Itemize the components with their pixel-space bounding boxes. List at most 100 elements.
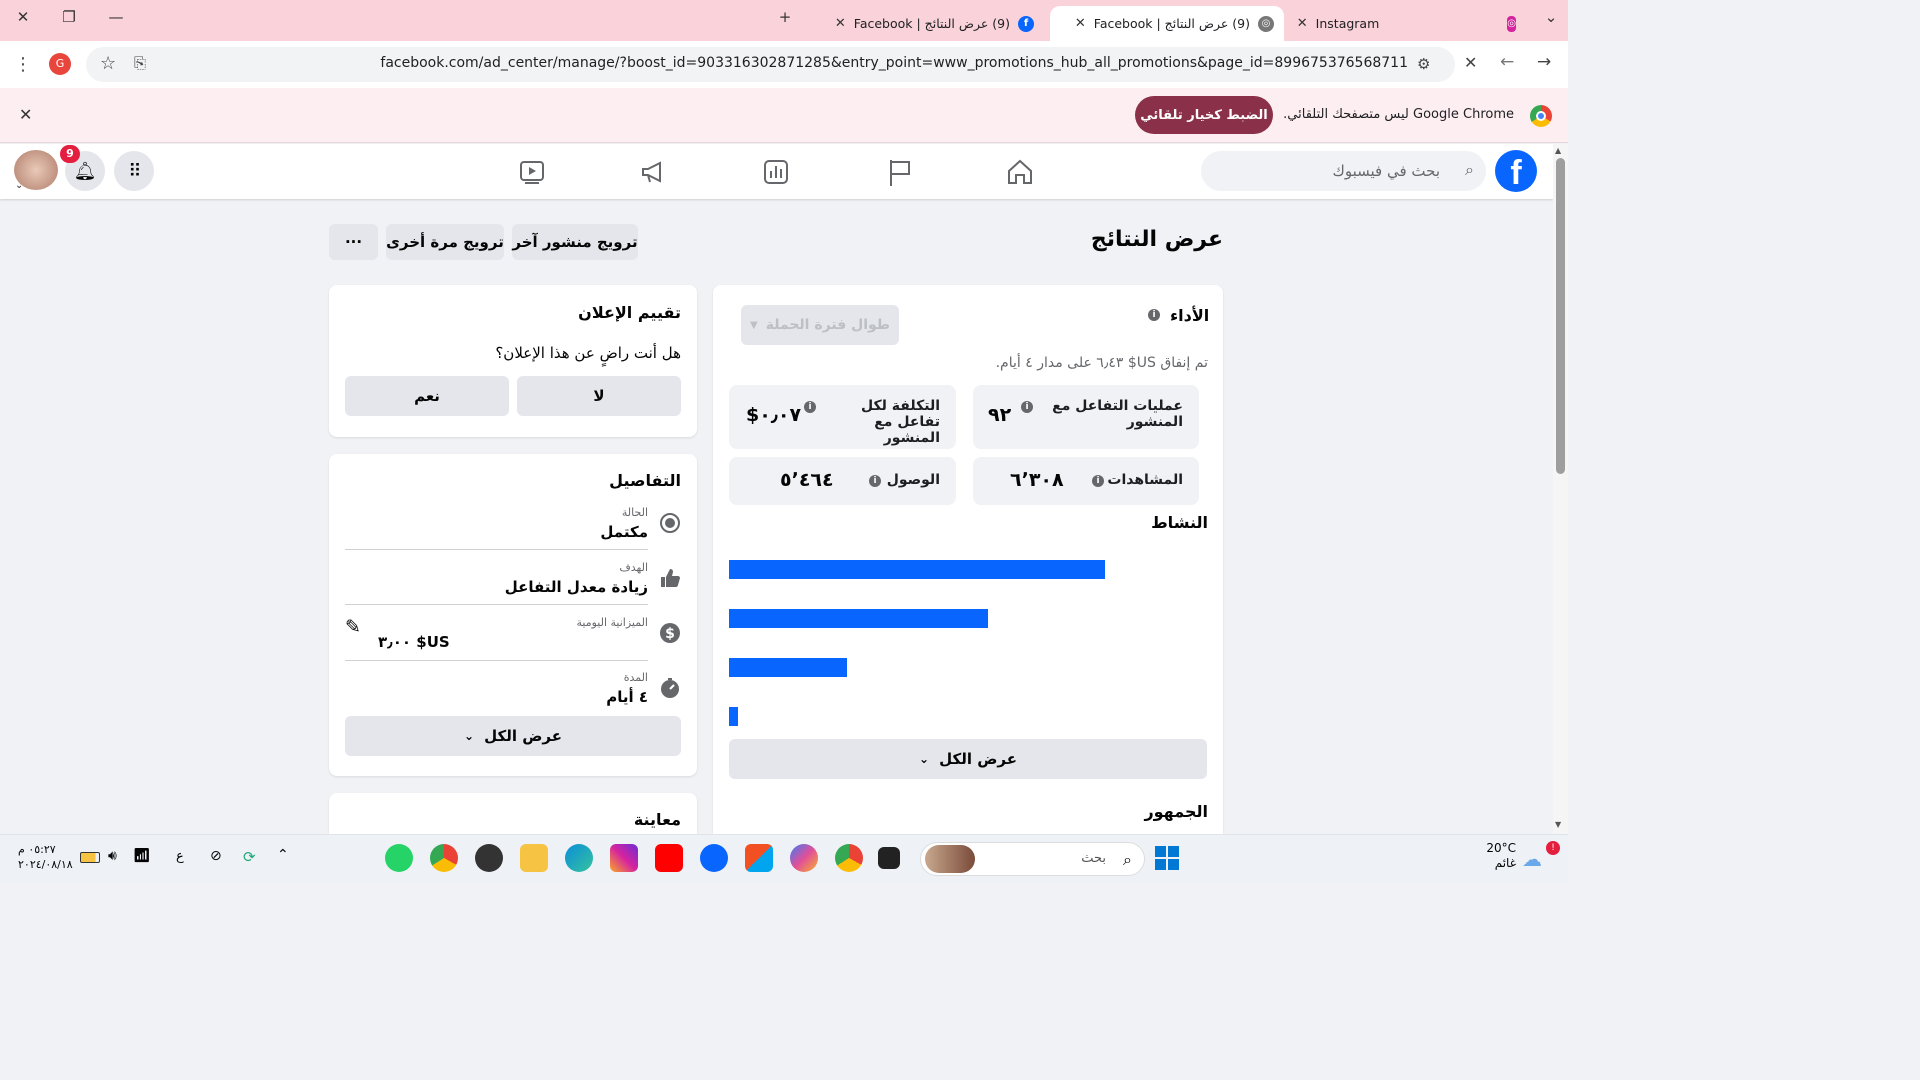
url-text[interactable]: facebook.com/ad_center/manage/?boost_id=… <box>380 55 1408 71</box>
account-chevron-icon[interactable]: ⌄ <box>15 180 23 191</box>
scroll-down-arrow-icon[interactable]: ▼ <box>1555 820 1561 829</box>
chrome-profile-icon[interactable] <box>430 844 458 872</box>
profile-avatar[interactable]: G <box>49 53 71 75</box>
promote-another-button[interactable]: ترويج منشور آخر <box>512 224 638 260</box>
volume-icon[interactable]: 🔊︎ <box>108 848 117 864</box>
chrome-logo-icon <box>1530 105 1552 127</box>
megaphone-icon[interactable] <box>638 156 670 188</box>
close-window-icon[interactable]: ✕ <box>8 8 38 26</box>
more-options-button[interactable]: ··· <box>329 224 378 260</box>
edge-icon[interactable] <box>565 844 593 872</box>
rating-yes-button[interactable]: نعم <box>345 376 509 416</box>
default-browser-infobar: ✕ الضبط كخيار تلقائي Google Chrome ليس م… <box>0 88 1568 143</box>
menu-button[interactable]: ⠿ <box>114 151 154 191</box>
battery-icon[interactable] <box>80 852 100 863</box>
set-default-button[interactable]: الضبط كخيار تلقائي <box>1135 96 1273 134</box>
facebook-icon[interactable] <box>700 844 728 872</box>
clock-date: ٢٠٢٤/٠٨/١٨ <box>18 858 73 871</box>
bell-icon: 🔔︎ <box>73 160 97 182</box>
scrollbar-thumb[interactable] <box>1556 158 1565 474</box>
bookmark-star-icon[interactable]: ☆ <box>100 53 116 74</box>
info-icon[interactable]: i <box>1021 401 1033 413</box>
terminal-icon[interactable] <box>878 847 900 869</box>
youtube-icon[interactable] <box>655 844 683 872</box>
chrome-icon[interactable] <box>835 844 863 872</box>
store-icon[interactable] <box>745 844 773 872</box>
stat-label: التكلفة لكل تفاعل مع المنشور <box>861 398 940 446</box>
install-app-icon[interactable]: ⎘ <box>134 54 146 72</box>
spend-summary: تم إنفاق US$ ٦٫٤٣ على مدار ٤ أيام. <box>995 355 1208 371</box>
start-windows-icon[interactable] <box>1155 846 1179 870</box>
tab-facebook-2[interactable]: f (9) عرض النتائج | Facebook ✕ <box>808 6 1044 41</box>
tab-facebook-active[interactable]: ◎ (9) عرض النتائج | Facebook ✕ <box>1050 6 1284 41</box>
tab-search-chevron-icon[interactable]: ⌄ <box>1536 8 1566 26</box>
stat-value: ٩٢ <box>988 404 1012 426</box>
chevron-down-icon: ⌄ <box>464 729 475 743</box>
tab-title: (9) عرض النتائج | Facebook <box>1093 16 1250 31</box>
instagram-icon[interactable] <box>610 844 638 872</box>
tab-close-icon[interactable]: ✕ <box>1075 16 1086 31</box>
menu-dots-icon[interactable]: ⋮ <box>14 54 32 75</box>
rating-no-button[interactable]: لا <box>517 376 681 416</box>
scroll-up-arrow-icon[interactable]: ▲ <box>1555 146 1561 155</box>
home-icon[interactable] <box>1004 156 1036 188</box>
input-language[interactable]: ع <box>176 849 184 864</box>
cloud-icon: ☁ <box>1522 847 1542 871</box>
promote-again-button[interactable]: ترويج مرة أخرى <box>386 224 504 260</box>
site-settings-icon[interactable]: ⚙ <box>1417 55 1430 73</box>
file-explorer-icon[interactable] <box>520 844 548 872</box>
video-icon[interactable] <box>516 156 548 188</box>
page-scrollbar[interactable]: ▲ ▼ <box>1553 144 1568 834</box>
info-icon[interactable]: i <box>1092 475 1104 487</box>
stop-loading-icon[interactable]: ✕ <box>1464 53 1477 72</box>
details-see-all-button[interactable]: عرض الكل ⌄ <box>345 716 681 756</box>
copilot-icon[interactable] <box>790 844 818 872</box>
stat-label: عمليات التفاعل مع المنشور <box>1052 398 1183 430</box>
info-icon[interactable]: i <box>804 401 816 413</box>
grid-menu-icon: ⠿ <box>128 160 141 182</box>
timer-icon <box>661 678 679 698</box>
thumbs-up-icon <box>661 569 680 587</box>
period-select[interactable]: طوال فترة الحملة ▼ <box>741 305 899 345</box>
minimize-window-icon[interactable]: — <box>101 8 131 26</box>
restore-window-icon[interactable]: ❐ <box>54 8 84 26</box>
whatsapp-icon[interactable] <box>385 844 413 872</box>
info-icon[interactable]: i <box>1148 309 1160 321</box>
weather-widget[interactable]: 20°C غائم <box>1480 841 1516 871</box>
stat-value: ٦٬٣٠٨ <box>1010 469 1064 491</box>
search-input[interactable]: بحث في فيسبوك <box>1332 162 1440 180</box>
search-box[interactable]: ⌕ بحث في فيسبوك <box>1201 151 1486 191</box>
new-tab-icon[interactable]: + <box>770 8 800 26</box>
taskbar-search[interactable]: ⌕ بحث <box>920 842 1145 876</box>
detail-value: زيادة معدل التفاعل <box>504 578 648 596</box>
info-icon[interactable]: i <box>869 475 881 487</box>
chevron-down-icon: ⌄ <box>919 752 930 766</box>
activity-title: النشاط <box>1151 513 1208 532</box>
activity-see-all-button[interactable]: عرض الكل ⌄ <box>729 739 1207 779</box>
media-player-icon[interactable] <box>475 844 503 872</box>
dollar-icon: $ <box>660 623 680 643</box>
tab-instagram[interactable]: ◎ Instagram ✕ <box>1290 6 1526 41</box>
tab-close-icon[interactable]: ✕ <box>835 16 846 31</box>
insights-icon[interactable] <box>760 156 792 188</box>
back-arrow-icon[interactable]: ← <box>1500 52 1514 72</box>
flag-icon[interactable] <box>884 156 916 188</box>
forward-arrow-icon[interactable]: → <box>1537 52 1551 72</box>
infobar-message: Google Chrome ليس متصفحك التلقائي. <box>1283 107 1514 122</box>
facebook-logo[interactable]: f <box>1495 150 1537 192</box>
clock[interactable]: ٠٥:٢٧ م ٢٠٢٤/٠٨/١٨ <box>18 842 73 872</box>
instagram-favicon-icon: ◎ <box>1507 15 1516 32</box>
show-hidden-icons-chevron-icon[interactable]: ⌃ <box>277 847 289 863</box>
wifi-icon[interactable]: 📶︎ <box>133 848 151 864</box>
rating-question: هل أنت راضٍ عن هذا الإعلان؟ <box>495 344 681 362</box>
detail-value: مكتمل <box>600 523 648 541</box>
sync-off-icon[interactable]: ⊘ <box>210 848 222 864</box>
search-icon: ⌕ <box>1123 850 1132 869</box>
stat-label: المشاهدات <box>1107 472 1183 488</box>
edit-pencil-icon[interactable]: ✎ <box>345 616 361 638</box>
tab-close-icon[interactable]: ✕ <box>1297 16 1308 31</box>
weather-desc: غائم <box>1494 856 1516 870</box>
update-icon[interactable]: ⟳ <box>243 848 256 866</box>
close-infobar-icon[interactable]: ✕ <box>19 105 32 124</box>
svg-text:$: $ <box>665 626 675 642</box>
